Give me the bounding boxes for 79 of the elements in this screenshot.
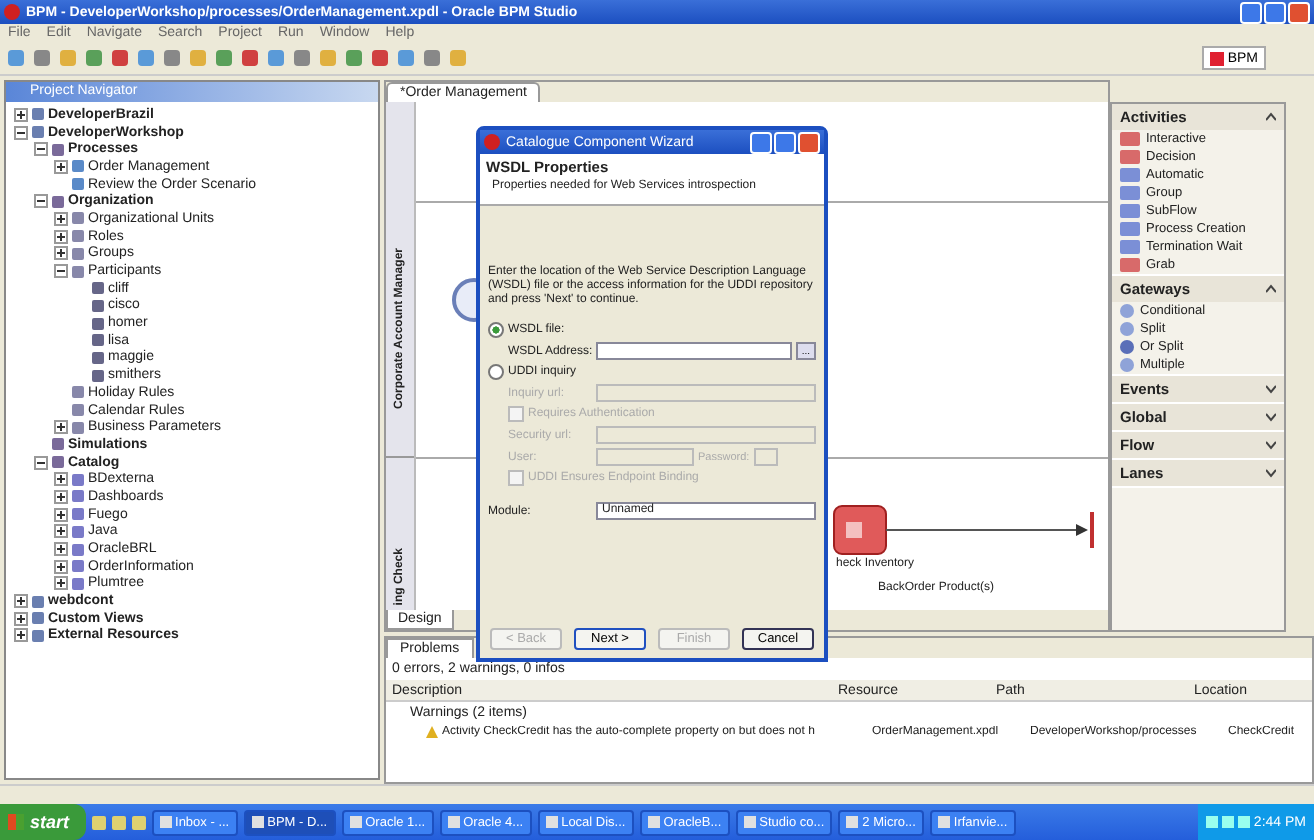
expand-toggle[interactable] bbox=[14, 594, 28, 609]
tree-node-icon bbox=[52, 195, 64, 208]
tree-node-icon bbox=[72, 265, 84, 278]
expand-toggle[interactable] bbox=[54, 211, 68, 226]
checkbox[interactable] bbox=[508, 406, 524, 422]
close-button[interactable] bbox=[798, 131, 820, 153]
tree-node-icon bbox=[72, 473, 84, 486]
tree-node-icon bbox=[52, 456, 64, 469]
tree-node-icon bbox=[92, 334, 104, 347]
input-field[interactable] bbox=[753, 448, 778, 466]
minimize-button[interactable] bbox=[1240, 1, 1262, 23]
expand-toggle[interactable] bbox=[14, 628, 28, 643]
expand-toggle[interactable] bbox=[14, 611, 28, 626]
tree-node-icon bbox=[72, 543, 84, 556]
tree-node-icon bbox=[92, 317, 104, 330]
tree-node-icon bbox=[52, 143, 64, 156]
maximize-button[interactable] bbox=[1264, 1, 1286, 23]
expand-toggle[interactable] bbox=[54, 559, 68, 574]
tree-node-icon bbox=[72, 212, 84, 225]
expand-toggle[interactable] bbox=[54, 229, 68, 244]
activity-node bbox=[833, 505, 887, 555]
app-icon bbox=[484, 134, 500, 150]
radio-button[interactable] bbox=[488, 322, 504, 338]
expand-toggle[interactable] bbox=[34, 455, 48, 470]
windows-logo-icon bbox=[8, 814, 24, 830]
expand-toggle[interactable] bbox=[34, 194, 48, 209]
input-field[interactable] bbox=[596, 448, 694, 466]
tree-node-icon bbox=[32, 126, 44, 139]
tree-node-icon bbox=[72, 560, 84, 573]
tree-node-icon bbox=[92, 282, 104, 295]
radio-button[interactable] bbox=[488, 364, 504, 380]
close-button[interactable] bbox=[1288, 1, 1310, 23]
warning-icon bbox=[426, 726, 438, 738]
tree-node-icon bbox=[72, 230, 84, 243]
checkbox[interactable] bbox=[508, 470, 524, 486]
expand-toggle[interactable] bbox=[54, 159, 68, 174]
tree-node-icon bbox=[92, 299, 104, 312]
tree-node-icon bbox=[72, 386, 84, 399]
expand-toggle[interactable] bbox=[54, 507, 68, 522]
expand-toggle[interactable] bbox=[54, 576, 68, 591]
chevron-icon bbox=[1266, 440, 1276, 450]
chevron-icon bbox=[1266, 284, 1276, 294]
tree-node-icon bbox=[32, 629, 44, 642]
chevron-icon bbox=[1266, 384, 1276, 394]
tree-node-icon bbox=[72, 404, 84, 417]
expand-toggle[interactable] bbox=[54, 524, 68, 539]
expand-toggle[interactable] bbox=[54, 264, 68, 279]
tree-node-icon bbox=[32, 612, 44, 625]
tree-node-icon bbox=[92, 369, 104, 382]
minimize-button[interactable] bbox=[750, 131, 772, 153]
input-field[interactable] bbox=[596, 426, 816, 444]
expand-toggle[interactable] bbox=[54, 472, 68, 487]
expand-toggle[interactable] bbox=[34, 142, 48, 157]
tree-node-icon bbox=[72, 178, 84, 191]
expand-toggle[interactable] bbox=[54, 420, 68, 435]
input-field[interactable] bbox=[596, 342, 792, 360]
expand-toggle[interactable] bbox=[54, 489, 68, 504]
chevron-icon bbox=[1266, 112, 1276, 122]
tree-node-icon bbox=[72, 508, 84, 521]
chevron-icon bbox=[1266, 468, 1276, 478]
tree-node-icon bbox=[72, 490, 84, 503]
start-button[interactable]: start bbox=[0, 804, 86, 840]
tree-node-icon bbox=[72, 160, 84, 173]
app-icon bbox=[4, 4, 20, 20]
tree-node-icon bbox=[32, 595, 44, 608]
tree-node-icon bbox=[72, 577, 84, 590]
expand-toggle[interactable] bbox=[14, 107, 28, 122]
tree-node-icon bbox=[72, 247, 84, 260]
input-field[interactable] bbox=[596, 384, 816, 402]
tree-node-icon bbox=[72, 525, 84, 538]
tree-node-icon bbox=[92, 351, 104, 364]
tree-node-icon bbox=[32, 108, 44, 121]
expand-toggle[interactable] bbox=[14, 125, 28, 140]
chevron-icon bbox=[1266, 412, 1276, 422]
tree-node-icon bbox=[52, 438, 64, 451]
expand-toggle[interactable] bbox=[54, 246, 68, 261]
maximize-button[interactable] bbox=[774, 131, 796, 153]
tree-node-icon bbox=[72, 421, 84, 434]
expand-toggle[interactable] bbox=[54, 542, 68, 557]
